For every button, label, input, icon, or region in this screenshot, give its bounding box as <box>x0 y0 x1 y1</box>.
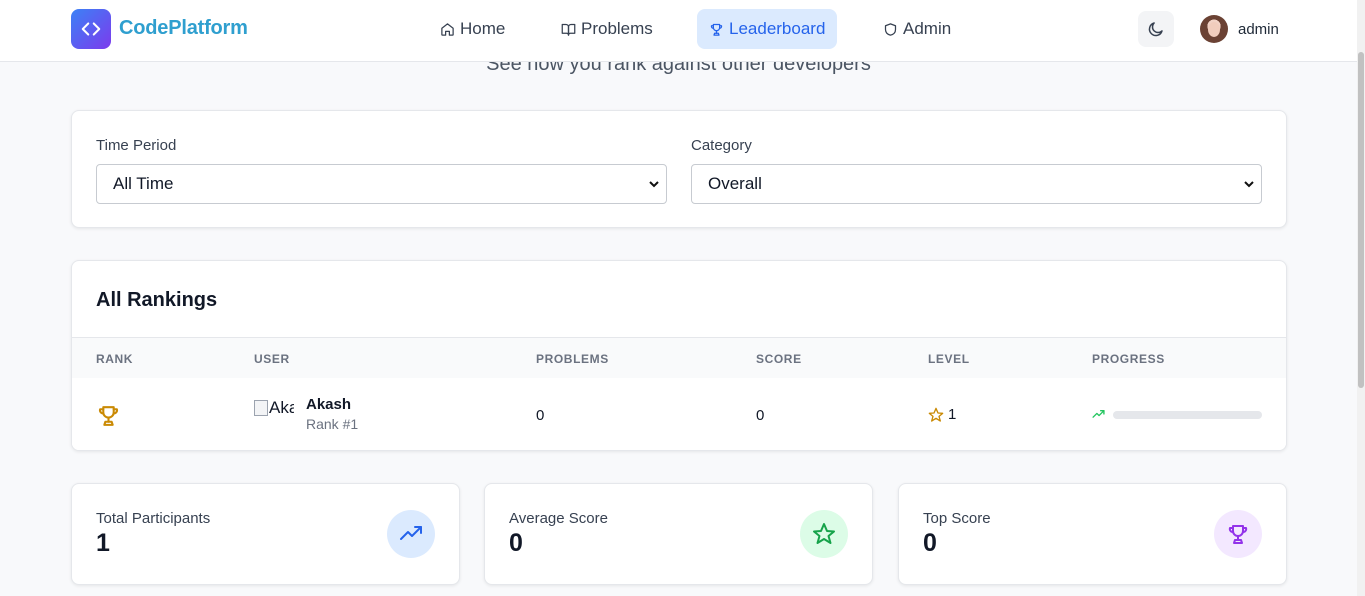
column-score: SCORE <box>756 352 802 366</box>
trophy-icon <box>710 23 723 36</box>
stat-value: 0 <box>509 529 523 557</box>
stat-label: Average Score <box>509 510 608 527</box>
column-user: USER <box>254 352 290 366</box>
nav-admin[interactable]: Admin <box>871 9 963 49</box>
column-progress: PROGRESS <box>1092 352 1165 366</box>
stat-icon-wrap <box>800 510 848 558</box>
category-select[interactable]: Overall <box>691 164 1262 204</box>
score-value: 0 <box>756 407 765 424</box>
filters-card: Time Period All Time Category Overall <box>71 110 1287 228</box>
level-cell: 1 <box>928 406 956 423</box>
table-header: RANK USER PROBLEMS SCORE LEVEL PROGRESS <box>72 337 1286 378</box>
star-icon <box>928 407 944 422</box>
column-rank: RANK <box>96 352 134 366</box>
avatar[interactable] <box>1200 15 1228 43</box>
nav-home[interactable]: Home <box>428 9 517 49</box>
column-problems: PROBLEMS <box>536 352 609 366</box>
user-name[interactable]: Akash <box>306 396 351 413</box>
table-row[interactable]: Akash Akash Rank #1 0 0 1 <box>72 378 1286 450</box>
nav-problems[interactable]: Problems <box>549 9 665 49</box>
moon-icon <box>1148 22 1163 37</box>
stat-card-average-score: Average Score 0 <box>484 483 873 585</box>
chevron-down-icon <box>1244 181 1254 188</box>
top-navbar: CodePlatform Home Problems Leaderboard A… <box>0 0 1357 62</box>
rankings-card: All Rankings RANK USER PROBLEMS SCORE LE… <box>71 260 1287 451</box>
scrollbar-thumb[interactable] <box>1358 52 1364 388</box>
nav-leaderboard-label: Leaderboard <box>729 19 826 38</box>
column-level: LEVEL <box>928 352 970 366</box>
nav-admin-label: Admin <box>903 19 952 38</box>
time-period-label: Time Period <box>96 137 177 154</box>
brand-name[interactable]: CodePlatform <box>119 17 248 40</box>
progress-bar <box>1113 410 1262 419</box>
stat-card-top-score: Top Score 0 <box>898 483 1287 585</box>
rankings-title: All Rankings <box>96 289 218 311</box>
header-user-name[interactable]: admin <box>1238 21 1279 38</box>
nav-home-label: Home <box>460 19 506 38</box>
user-rank-label: Rank #1 <box>306 416 359 432</box>
stat-value: 1 <box>96 529 110 557</box>
time-period-select[interactable]: All Time <box>96 164 667 204</box>
time-period-value: All Time <box>113 174 174 193</box>
trending-up-icon <box>400 526 422 540</box>
problems-value: 0 <box>536 407 545 424</box>
chevron-down-icon <box>649 181 659 188</box>
broken-image-icon <box>254 400 268 416</box>
stat-label: Total Participants <box>96 510 211 527</box>
user-avatar-image: Akash <box>254 397 294 419</box>
progress-cell <box>1092 408 1262 421</box>
nav-problems-label: Problems <box>581 19 653 38</box>
category-value: Overall <box>708 174 762 193</box>
trophy-icon <box>98 406 119 426</box>
stat-icon-wrap <box>1214 510 1262 558</box>
shield-icon <box>884 22 897 36</box>
nav-leaderboard[interactable]: Leaderboard <box>697 9 838 49</box>
stat-value: 0 <box>923 529 937 557</box>
level-value: 1 <box>948 406 957 423</box>
stat-icon-wrap <box>387 510 435 558</box>
logo[interactable] <box>71 9 111 49</box>
trophy-icon <box>1228 525 1248 544</box>
stat-card-total-participants: Total Participants 1 <box>71 483 460 585</box>
theme-toggle-button[interactable] <box>1138 11 1174 47</box>
stat-label: Top Score <box>923 510 991 527</box>
book-icon <box>561 23 576 36</box>
code-icon <box>81 22 101 36</box>
home-icon <box>441 22 454 36</box>
star-icon <box>813 523 835 544</box>
trending-up-icon <box>1092 410 1105 418</box>
user-avatar-alt: Akash <box>269 398 294 417</box>
category-label: Category <box>691 137 752 154</box>
